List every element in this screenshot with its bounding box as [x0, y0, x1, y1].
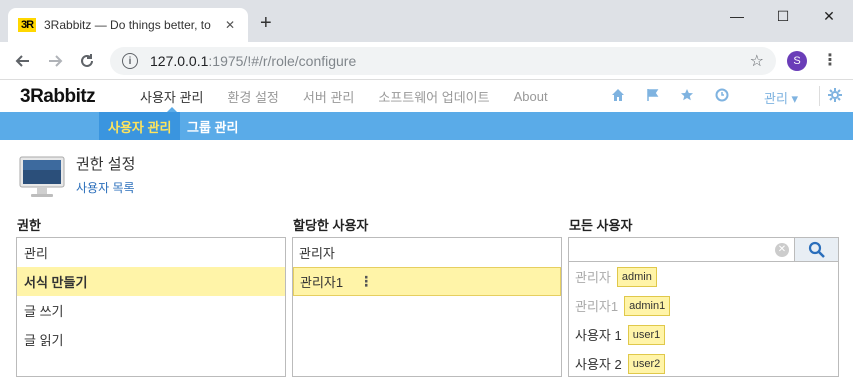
user-list-link[interactable]: 사용자 목록 [76, 179, 135, 196]
site-info-icon[interactable]: i [122, 53, 138, 69]
user-item[interactable]: 사용자 2 user2 [569, 349, 838, 376]
assigned-users-header: 할당한 사용자 [293, 218, 369, 233]
roles-list: 관리 서식 만들기 글 쓰기 글 읽기 [16, 237, 286, 377]
home-icon[interactable] [609, 88, 627, 104]
main-nav: 사용자 관리 환경 설정 서버 관리 소프트웨어 업데이트 About [140, 80, 572, 112]
address-bar[interactable]: i 127.0.0.1:1975/!#/r/role/configure ☆ [110, 47, 776, 75]
app-logo[interactable]: 3Rabbitz [20, 86, 96, 108]
subnav-group-management[interactable]: 그룹 관리 [178, 112, 247, 140]
all-users-header: 모든 사용자 [569, 218, 633, 233]
user-id-badge: user2 [627, 353, 666, 374]
reload-icon[interactable] [76, 50, 98, 72]
assigned-user-item[interactable]: 관리자 [293, 238, 561, 267]
close-window-button[interactable]: ✕ [806, 4, 852, 28]
user-id-badge: admin [616, 266, 657, 287]
user-item[interactable]: 관리자 admin [569, 262, 838, 291]
back-arrow-icon[interactable] [12, 50, 34, 72]
user-name: 관리자 [575, 270, 611, 285]
url-text: 127.0.0.1:1975/!#/r/role/configure [150, 53, 750, 69]
nav-about[interactable]: About [514, 80, 548, 112]
sub-nav: 사용자 관리 그룹 관리 [0, 112, 853, 140]
user-name: 관리자1 [575, 299, 619, 314]
user-name: 사용자 2 [575, 357, 622, 372]
flag-icon[interactable] [644, 88, 662, 104]
header-divider [819, 86, 820, 106]
bookmark-star-icon[interactable]: ☆ [750, 51, 764, 71]
clear-icon: ✕ [775, 242, 789, 257]
tab-title: 3Rabbitz — Do things better, to [44, 18, 211, 32]
roles-header: 권한 [17, 218, 41, 233]
nav-software-update[interactable]: 소프트웨어 업데이트 [378, 80, 489, 112]
search-button[interactable] [794, 238, 838, 261]
maximize-button[interactable]: ☐ [760, 4, 806, 28]
url-host: 127.0.0.1 [150, 53, 209, 69]
user-id-badge: user1 [627, 324, 666, 345]
admin-dropdown[interactable]: 관리 ▾ [764, 88, 798, 107]
user-search-input[interactable] [569, 238, 770, 261]
all-users-list: ✕ 관리자 admin 관리자1 admin1 사용자 1 user1 사용자 … [568, 237, 839, 377]
new-tab-button[interactable]: + [260, 13, 272, 33]
browser-menu-icon[interactable]: ⋮ [822, 50, 838, 72]
url-path: :1975/!#/r/role/configure [208, 53, 357, 69]
browser-toolbar: i 127.0.0.1:1975/!#/r/role/configure ☆ S… [0, 42, 853, 80]
role-item-create-form[interactable]: 서식 만들기 [17, 267, 285, 296]
nav-settings[interactable]: 환경 설정 [227, 80, 278, 112]
role-item-write[interactable]: 글 쓰기 [17, 296, 285, 325]
clock-icon[interactable] [713, 88, 731, 104]
nav-server-management[interactable]: 서버 관리 [303, 80, 354, 112]
app-header: 3Rabbitz 사용자 관리 환경 설정 서버 관리 소프트웨어 업데이트 A… [0, 80, 853, 112]
user-id-badge: admin1 [624, 295, 671, 316]
role-item-admin[interactable]: 관리 [17, 238, 285, 267]
assigned-user-label: 관리자1 [300, 275, 344, 290]
tab-favicon: 3R [18, 18, 36, 32]
browser-tab[interactable]: 3R 3Rabbitz — Do things better, to ✕ [8, 8, 248, 42]
clear-search-button[interactable]: ✕ [770, 238, 794, 261]
user-item[interactable]: 관리자1 admin1 [569, 291, 838, 320]
subnav-user-management[interactable]: 사용자 관리 [99, 112, 181, 140]
user-item[interactable]: 사용자 1 user1 [569, 320, 838, 349]
assigned-user-item-selected[interactable]: 관리자1 ⋮ [293, 267, 561, 296]
search-icon [808, 241, 825, 258]
star-icon[interactable] [678, 88, 696, 104]
monitor-icon [18, 153, 66, 201]
user-search-bar: ✕ [569, 238, 838, 262]
drag-handle-icon[interactable]: ⋮ [359, 273, 373, 290]
page-title: 권한 설정 [76, 156, 136, 173]
assigned-users-list: 관리자 관리자1 ⋮ [292, 237, 562, 377]
browser-tabbar: 3R 3Rabbitz — Do things better, to ✕ + —… [0, 0, 853, 42]
role-item-read[interactable]: 글 읽기 [17, 325, 285, 354]
user-name: 사용자 1 [575, 328, 622, 343]
forward-arrow-icon[interactable] [44, 50, 66, 72]
tab-close-icon[interactable]: ✕ [222, 18, 238, 32]
gear-icon[interactable] [826, 88, 844, 104]
minimize-button[interactable]: — [714, 4, 760, 28]
profile-avatar[interactable]: S [787, 51, 807, 71]
nav-user-management[interactable]: 사용자 관리 [140, 80, 203, 112]
